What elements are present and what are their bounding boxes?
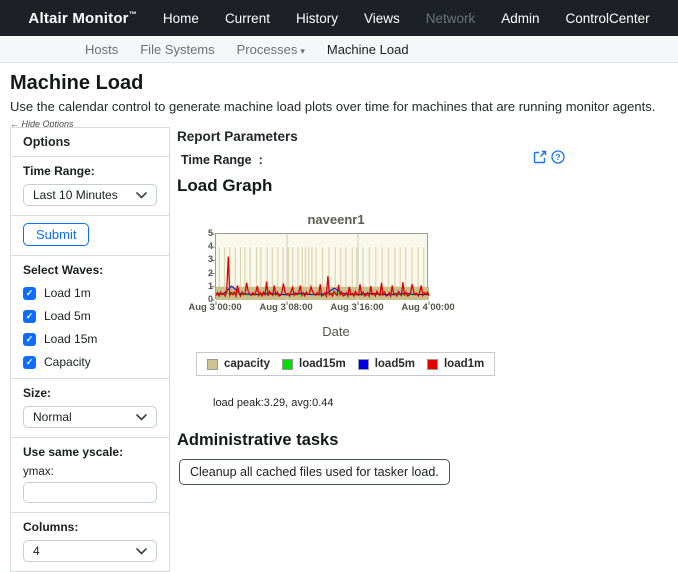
options-header: Options [23, 135, 71, 149]
check-icon: ✓ [25, 310, 34, 321]
chevron-down-icon: ▾ [300, 45, 305, 56]
cleanup-cache-button[interactable]: Cleanup all cached files used for tasker… [179, 459, 450, 485]
options-panel: Options Time Range: Last 10 Minutes Subm… [10, 127, 170, 572]
chart-x-axis: Aug 3 00:00 Aug 3 08:00 Aug 3 16:00 Aug 4 0… [188, 302, 454, 315]
x-tick-label: Aug 3 16:00 [330, 302, 384, 313]
wave-label-load-5m: Load 5m [44, 309, 91, 323]
legend-item-load15m: load15m [282, 358, 346, 370]
y-tick-label: 3 [207, 254, 213, 265]
chart-legend: capacity load15m load5m load1m [196, 352, 496, 376]
check-icon: ✓ [25, 333, 34, 344]
y-tick-label: 2 [207, 267, 213, 278]
chevron-down-icon [136, 191, 147, 199]
checkbox-load-1m[interactable]: ✓ [23, 286, 36, 300]
legend-item-load5m: load5m [357, 358, 415, 370]
chart-title: naveenr1 [307, 212, 365, 227]
subnav-item-processes[interactable]: Processes ▾ [237, 42, 305, 57]
top-navbar: Altair Monitor™ Home Current History Vie… [0, 0, 678, 36]
nav-item-home[interactable]: Home [163, 11, 199, 26]
legend-swatch-load5m [357, 358, 369, 370]
nav-item-controlcenter[interactable]: ControlCenter [566, 11, 650, 26]
size-select[interactable]: Normal [23, 406, 157, 428]
sub-navbar: Hosts File Systems Processes ▾ Machine Lo… [0, 36, 678, 63]
submit-button[interactable]: Submit [23, 223, 90, 246]
chart-plot-area [211, 233, 430, 305]
columns-section: Columns: 4 [11, 512, 169, 571]
wave-row-load-15m: ✓ Load 15m [23, 332, 157, 346]
wave-label-load-1m: Load 1m [44, 286, 91, 300]
report-corner-icons: ? [533, 150, 565, 164]
x-tick-label: Aug 3 00:00 [188, 302, 242, 313]
report-parameters-title: Report Parameters [177, 129, 298, 144]
checkbox-load-15m[interactable]: ✓ [23, 332, 36, 346]
help-icon[interactable]: ? [551, 150, 565, 164]
y-tick-label: 1 [207, 280, 213, 291]
nav-item-current[interactable]: Current [225, 11, 270, 26]
columns-select[interactable]: 4 [23, 540, 157, 562]
subnav-item-hosts[interactable]: Hosts [85, 42, 118, 57]
check-icon: ✓ [25, 356, 34, 367]
checkbox-load-5m[interactable]: ✓ [23, 309, 36, 323]
wave-label-load-15m: Load 15m [44, 332, 98, 346]
legend-swatch-load1m [426, 358, 438, 370]
checkbox-capacity[interactable]: ✓ [23, 355, 36, 369]
chevron-down-icon [136, 547, 147, 555]
chart-canvas [211, 233, 430, 305]
select-waves-section: Select Waves: ✓ Load 1m ✓ Load 5m ✓ Load… [11, 255, 169, 378]
select-waves-label: Select Waves: [23, 263, 104, 277]
columns-selected-value: 4 [33, 544, 40, 558]
load-peak-annotation: load peak:3.29, avg:0.44 [213, 397, 334, 409]
time-range-section: Time Range: Last 10 Minutes [11, 156, 169, 215]
check-icon: ✓ [25, 287, 34, 298]
x-tick-label: Aug 4 00:00 [401, 302, 455, 313]
yscale-label: Use same yscale: [23, 445, 124, 459]
subnav-item-file-systems[interactable]: File Systems [140, 42, 214, 57]
x-tick-label: Aug 3 08:00 [259, 302, 313, 313]
trademark-symbol: ™ [128, 9, 137, 19]
time-range-label: Time Range: [23, 164, 95, 178]
subnav-item-machine-load[interactable]: Machine Load [327, 42, 409, 57]
wave-row-load-5m: ✓ Load 5m [23, 309, 157, 323]
nav-item-views[interactable]: Views [364, 11, 400, 26]
administrative-tasks-title: Administrative tasks [177, 431, 339, 449]
legend-swatch-capacity [207, 358, 218, 370]
chevron-down-icon [136, 413, 147, 421]
brand[interactable]: Altair Monitor™ [28, 10, 137, 27]
wave-row-capacity: ✓ Capacity [23, 355, 157, 369]
size-section: Size: Normal [11, 378, 169, 437]
nav-item-admin[interactable]: Admin [501, 11, 539, 26]
page-title: Machine Load [10, 72, 144, 94]
report-time-range: Time Range : [181, 153, 263, 167]
main-content: Report Parameters Time Range : ? Load Gr… [177, 124, 671, 485]
load-chart: naveenr1 012345 Aug 3 00:00 Aug 3 08:00 Au… [188, 212, 457, 339]
svg-text:?: ? [555, 152, 560, 162]
columns-label: Columns: [23, 520, 79, 534]
legend-item-capacity: capacity [207, 358, 270, 370]
ymax-label: ymax: [23, 466, 54, 478]
nav-item-network[interactable]: Network [426, 11, 476, 26]
legend-swatch-load15m [282, 358, 294, 370]
open-new-window-icon[interactable] [533, 150, 547, 164]
time-range-selected-value: Last 10 Minutes [33, 188, 118, 202]
chart-x-axis-title: Date [322, 324, 350, 339]
nav-item-history[interactable]: History [296, 11, 338, 26]
y-tick-label: 4 [207, 241, 213, 252]
size-label: Size: [23, 386, 52, 400]
load-graph-title: Load Graph [177, 176, 273, 195]
page-description: Use the calendar control to generate mac… [10, 99, 656, 114]
submit-section: Submit [11, 215, 169, 255]
wave-row-load-1m: ✓ Load 1m [23, 286, 157, 300]
wave-label-capacity: Capacity [44, 355, 91, 369]
chart-y-axis: 012345 [197, 229, 215, 304]
yscale-section: Use same yscale: ymax: [11, 437, 169, 512]
time-range-select[interactable]: Last 10 Minutes [23, 184, 157, 206]
ymax-input[interactable] [23, 482, 157, 503]
legend-item-load1m: load1m [426, 358, 484, 370]
size-selected-value: Normal [33, 410, 72, 424]
page-header: Machine Load Use the calendar control to… [10, 72, 670, 132]
